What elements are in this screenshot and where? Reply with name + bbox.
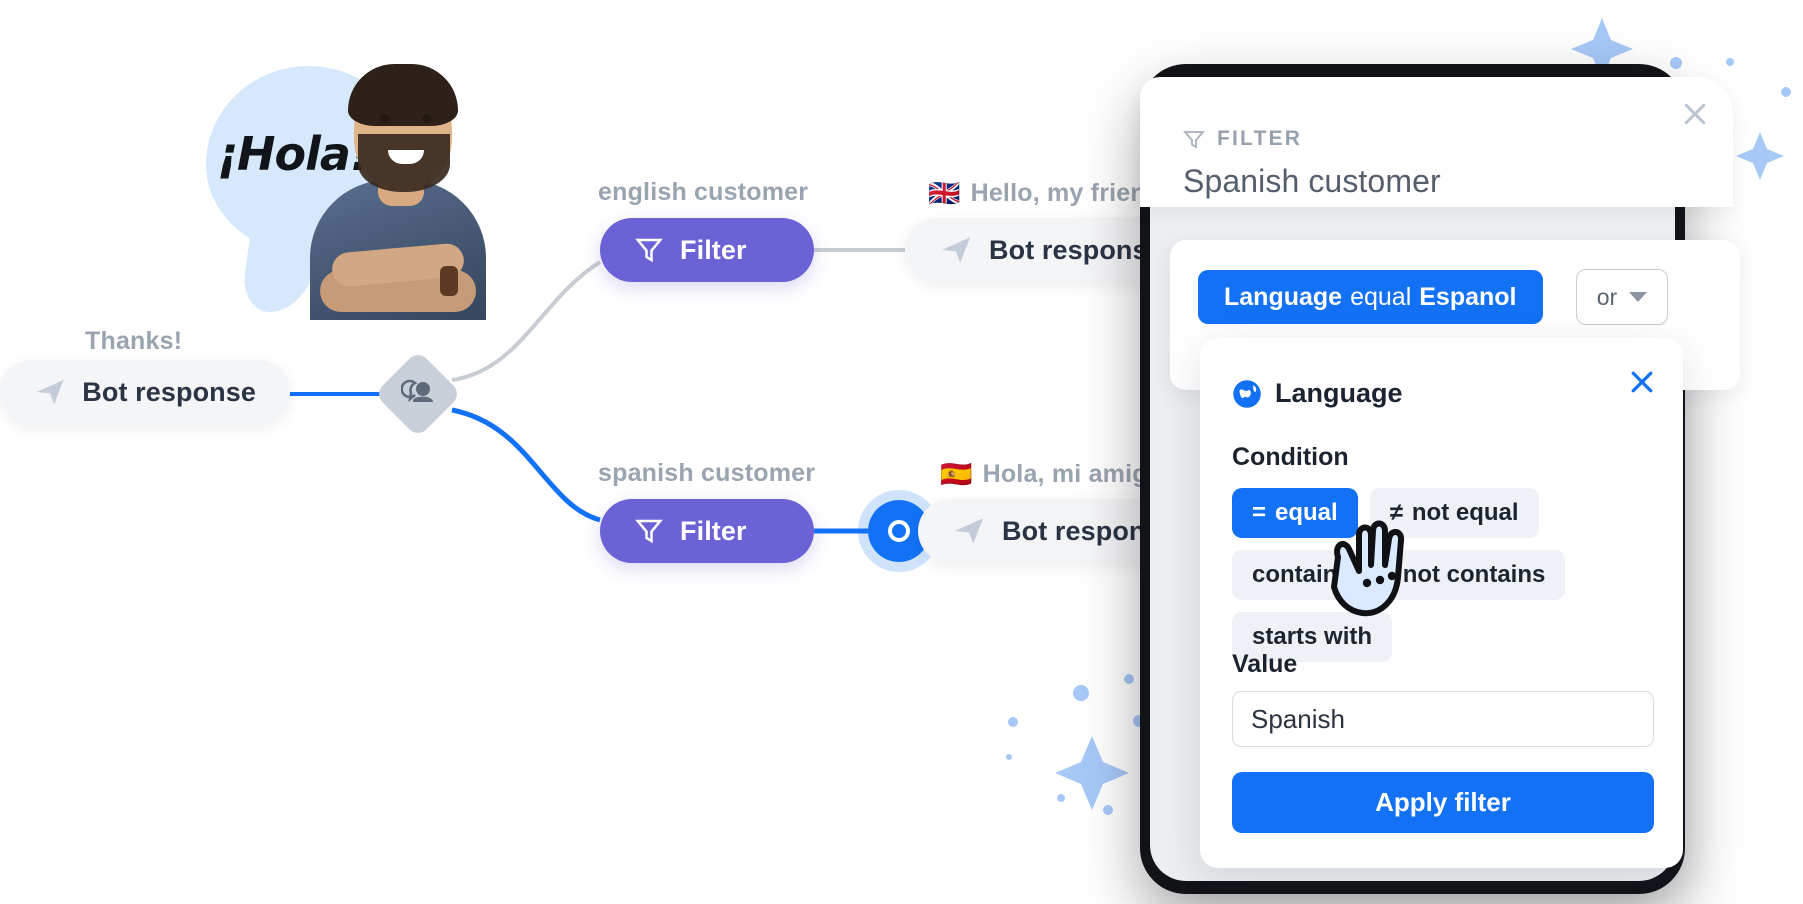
node-label: Filter	[680, 234, 747, 265]
condition-label: contains	[1252, 561, 1351, 588]
flag-uk-icon: 🇬🇧	[928, 178, 961, 208]
node-filter-english[interactable]: Filter	[600, 218, 814, 282]
value-section-label: Value	[1232, 650, 1298, 678]
condition-card-close-button[interactable]	[1622, 362, 1662, 402]
close-icon	[1631, 371, 1653, 393]
condition-chip-group: = equal ≠ not equal contains not contain…	[1232, 488, 1652, 662]
split-icon	[401, 379, 435, 409]
customer-photo	[304, 42, 490, 320]
node-bot-response-left[interactable]: Bot response	[0, 360, 290, 424]
rule-value: Espanol	[1419, 282, 1517, 311]
panel-close-button[interactable]	[1675, 94, 1715, 134]
apply-filter-button[interactable]: Apply filter	[1232, 772, 1654, 833]
condition-card-title-label: Language	[1275, 378, 1403, 408]
condition-chip-not-contains[interactable]: not contains	[1382, 550, 1566, 600]
funnel-icon	[635, 238, 663, 263]
flag-spain-icon: 🇪🇸	[940, 459, 973, 489]
condition-label: starts with	[1252, 623, 1373, 650]
condition-chip-not-equal[interactable]: ≠ not equal	[1369, 488, 1539, 538]
filter-kicker-label: FILTER	[1217, 127, 1303, 150]
condition-chip-contains[interactable]: contains	[1232, 550, 1371, 600]
node-label: Bot response	[82, 376, 256, 407]
message-label-english: 🇬🇧 Hello, my friend	[928, 178, 1161, 209]
funnel-icon	[635, 519, 663, 544]
left-message-label: Thanks!	[85, 327, 183, 355]
chevron-down-icon	[1629, 292, 1648, 302]
node-label: Filter	[680, 515, 747, 546]
filter-panel-title: Spanish customer	[1183, 163, 1441, 199]
node-label: Bot response	[989, 234, 1163, 265]
node-filter-spanish[interactable]: Filter	[600, 499, 814, 563]
close-icon	[1684, 103, 1706, 125]
branch-label-english: english customer	[598, 178, 809, 206]
condition-label: not equal	[1411, 499, 1519, 526]
message-label-spanish: 🇪🇸 Hola, mi amigo	[940, 459, 1163, 490]
filter-rule-chip[interactable]: Language equal Espanol	[1198, 270, 1543, 324]
logic-operator-value: or	[1596, 283, 1618, 310]
condition-chip-equal[interactable]: = equal	[1232, 488, 1358, 538]
send-icon	[941, 237, 971, 263]
send-icon	[954, 518, 984, 544]
message-text: Hello, my friend	[970, 179, 1162, 207]
value-input[interactable]	[1232, 691, 1654, 747]
condition-label: not contains	[1402, 561, 1546, 588]
condition-symbol: ≠	[1389, 499, 1403, 526]
hero-illustration: ¡Hola!	[186, 42, 486, 320]
condition-card-title: Language	[1232, 378, 1403, 409]
logic-operator-select[interactable]: or	[1576, 269, 1668, 325]
condition-section-label: Condition	[1232, 443, 1349, 471]
condition-label: equal	[1275, 499, 1338, 526]
audience-split-node[interactable]	[374, 350, 462, 438]
globe-icon	[1233, 379, 1261, 408]
funnel-icon	[1183, 131, 1205, 149]
filter-kicker: FILTER	[1182, 127, 1302, 151]
condition-symbol: =	[1252, 499, 1267, 526]
branch-label-spanish: spanish customer	[598, 459, 816, 487]
illustration-stage: ¡Hola! Thanks! Bot response english cust…	[0, 0, 1803, 904]
rule-operator: equal	[1350, 282, 1412, 311]
rule-field: Language	[1224, 282, 1343, 311]
message-text: Hola, mi amigo	[982, 460, 1164, 488]
send-icon	[36, 379, 64, 405]
